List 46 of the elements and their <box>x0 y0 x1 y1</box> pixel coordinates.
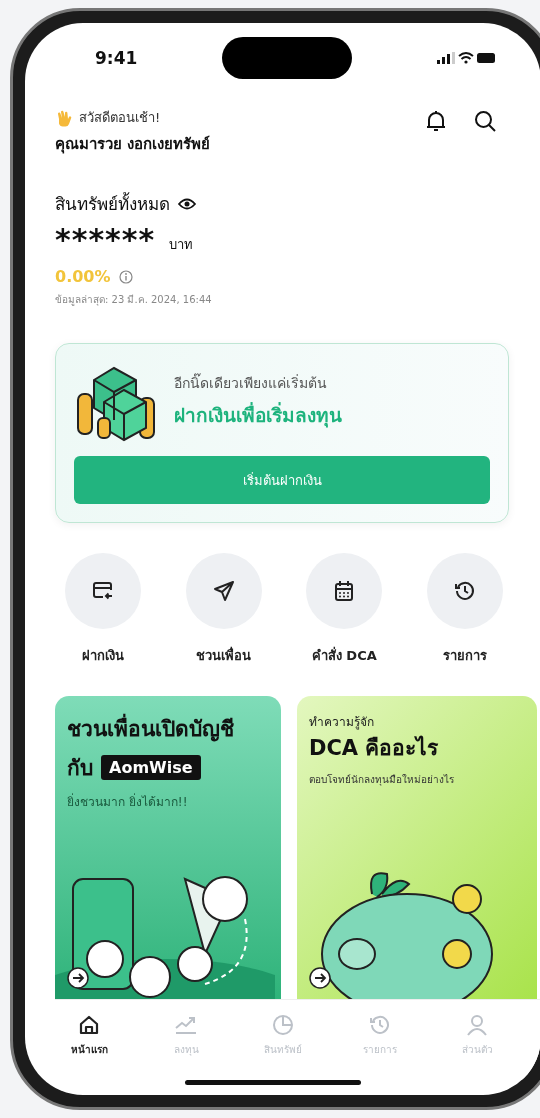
status-icons <box>437 51 497 65</box>
tab-item[interactable]: ส่วนตัว <box>447 1014 507 1080</box>
arrow-right-icon[interactable] <box>67 967 89 989</box>
banner-title: ชวนเพื่อนเปิดบัญชี <box>67 712 269 745</box>
banner-subtitle: ยิ่งชวนมาก ยิ่งได้มาก!! <box>67 792 189 811</box>
last-updated-text: ข้อมูลล่าสุด: 23 มี.ค. 2024, 16:44 <box>55 293 213 307</box>
home-icon <box>78 1014 100 1036</box>
quick-action-label: ฝากเงิน <box>82 647 124 665</box>
history-icon <box>369 1014 391 1036</box>
tab-item[interactable]: สินทรัพย์ <box>253 1014 313 1080</box>
arrow-right-icon[interactable] <box>309 967 331 989</box>
calendar-icon <box>334 580 355 602</box>
hidden-balance: ****** <box>55 225 156 255</box>
banner-eyebrow: ทำความรู้จัก <box>309 714 375 731</box>
change-percent: 0.00% <box>55 267 111 286</box>
history-icon <box>453 580 476 602</box>
start-deposit-button[interactable]: เริ่มต้นฝากเงิน <box>74 456 490 504</box>
paper-plane-icon <box>212 580 235 602</box>
bell-icon[interactable] <box>425 109 447 133</box>
tab-item[interactable]: หน้าแรก <box>59 1014 119 1080</box>
total-assets-label: สินทรัพย์ทั้งหมด <box>55 191 170 216</box>
currency-unit: บาท <box>169 236 194 254</box>
banner-title: กับ <box>67 755 93 782</box>
quick-action-label: ชวนเพื่อน <box>196 645 252 665</box>
banner-title: DCA คืออะไร <box>309 734 440 762</box>
tab-item[interactable]: ลงทุน <box>156 1014 216 1080</box>
user-name: คุณมารวย งอกเงยทรัพย์ <box>55 134 211 156</box>
trend-chart-icon <box>174 1014 198 1036</box>
status-time: 9:41 <box>95 48 138 68</box>
invite-banner[interactable]: ชวนเพื่อนเปิดบัญชี กับ AomWise ยิ่งชวนมาก ยิ่งได้มาก!! <box>55 696 281 999</box>
eye-icon[interactable] <box>178 196 196 211</box>
dca-banner[interactable]: ทำความรู้จัก DCA คืออะไร ตอบโจทย์นักลงทุนมือใหม่อย่างไร <box>297 696 537 999</box>
person-icon <box>466 1014 488 1036</box>
waving-hand-icon <box>55 108 73 127</box>
deposit-card-title: ฝากเงินเพื่อเริ่มลงทุน <box>174 401 342 430</box>
search-icon[interactable] <box>473 109 497 133</box>
quick-action-label: รายการ <box>442 647 487 665</box>
info-icon[interactable] <box>118 269 133 284</box>
quick-action-label: คำสั่ง DCA <box>311 645 377 665</box>
deposit-card-subtitle: อีกนิ๊ดเดียวเพียงแค่เริ่มต้น <box>174 372 328 393</box>
banner-subtitle: ตอบโจทย์นักลงทุนมือใหม่อย่างไร <box>309 773 455 787</box>
greeting-text: สวัสดีตอนเช้า! <box>79 109 161 127</box>
card-arrow-icon <box>92 581 114 601</box>
tab-item[interactable]: รายการ <box>350 1014 410 1080</box>
brand-logo: AomWise <box>101 755 201 780</box>
pie-chart-icon <box>272 1014 294 1036</box>
